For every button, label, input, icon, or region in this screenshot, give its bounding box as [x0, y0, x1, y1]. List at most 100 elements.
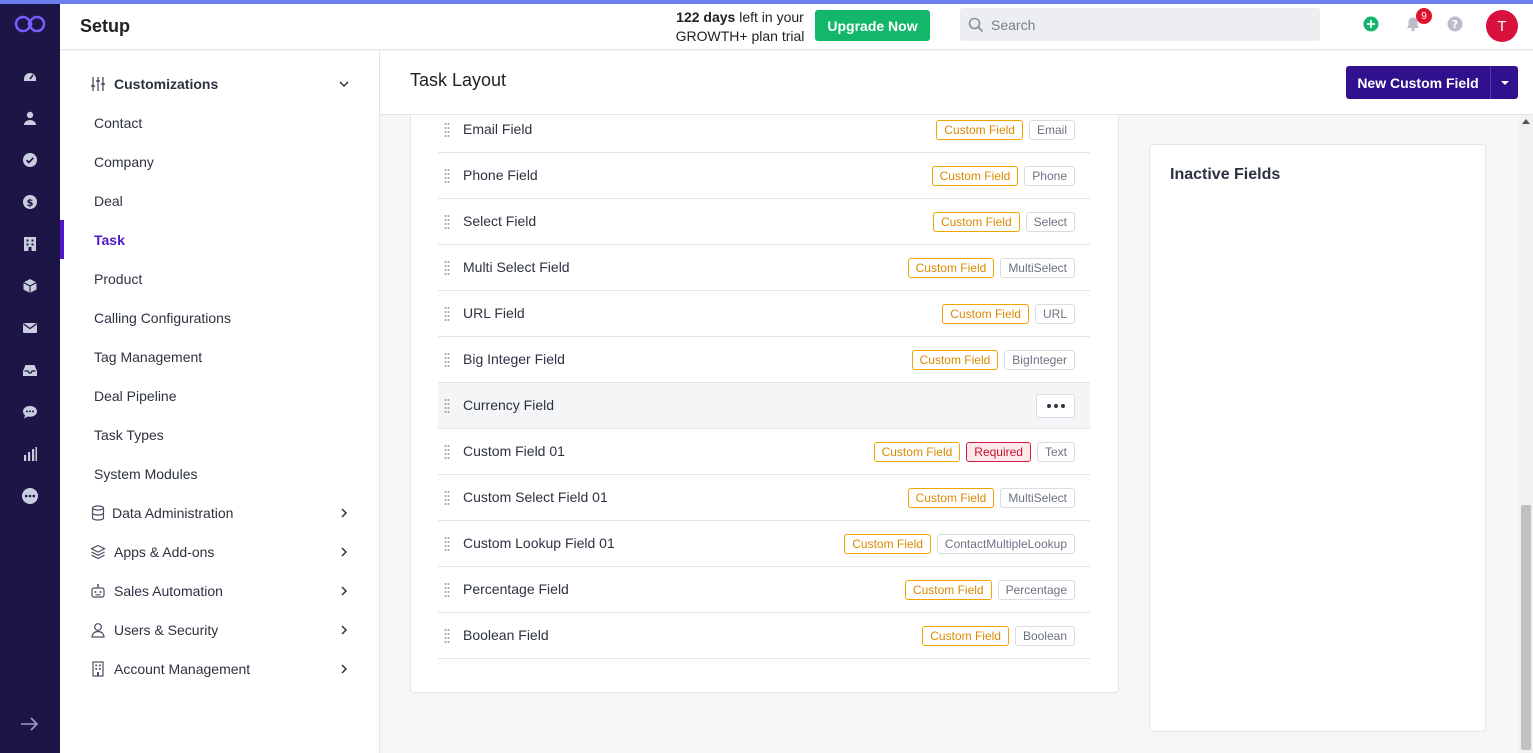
- drag-handle-icon[interactable]: [444, 168, 450, 184]
- field-row[interactable]: Percentage Field Custom Field Percentage: [438, 567, 1090, 613]
- chevron-right-icon: [341, 585, 348, 596]
- field-type-tag: Select: [1025, 212, 1075, 232]
- new-custom-field-button[interactable]: New Custom Field: [1346, 66, 1490, 99]
- robot-icon: [90, 583, 106, 599]
- companies-icon[interactable]: [21, 235, 39, 253]
- sidebar-item-deal-pipeline[interactable]: Deal Pipeline: [60, 376, 380, 415]
- dashboard-icon[interactable]: [21, 67, 39, 85]
- sidebar-section-label: Users & Security: [114, 621, 219, 638]
- tasks-icon[interactable]: [21, 151, 39, 169]
- sidebar-section-customizations[interactable]: Customizations: [60, 64, 380, 103]
- products-icon[interactable]: [21, 277, 39, 295]
- custom-field-tag: Custom Field: [907, 488, 995, 508]
- trial-days: 122 days: [676, 9, 736, 25]
- field-tags: Custom Field ContactMultipleLookup: [844, 534, 1075, 554]
- sidebar-section-data-administration[interactable]: Data Administration: [60, 493, 380, 532]
- drag-handle-icon[interactable]: [444, 490, 450, 506]
- sidebar-item-contact[interactable]: Contact: [60, 103, 380, 142]
- app-logo-icon[interactable]: [14, 14, 46, 34]
- contacts-icon[interactable]: [21, 109, 39, 127]
- field-row[interactable]: Select Field Custom Field Select: [438, 199, 1090, 245]
- sidebar-item-task[interactable]: Task: [60, 220, 380, 259]
- field-tags: Custom Field BigInteger: [911, 350, 1075, 370]
- more-options-button[interactable]: [1036, 394, 1075, 418]
- notification-count-badge: 9: [1416, 8, 1432, 24]
- sidebar-item-company[interactable]: Company: [60, 142, 380, 181]
- page-scrollbar[interactable]: [1519, 115, 1533, 753]
- deals-icon[interactable]: $: [21, 193, 39, 211]
- sidebar-item-deal[interactable]: Deal: [60, 181, 380, 220]
- field-tags: Custom Field Select: [932, 212, 1075, 232]
- field-row[interactable]: Phone Field Custom Field Phone: [438, 153, 1090, 199]
- drag-handle-icon[interactable]: [444, 306, 450, 322]
- ellipsis-dot: [1046, 404, 1051, 408]
- field-tags: Custom Field Required Text: [873, 442, 1075, 462]
- expand-arrow-icon[interactable]: [19, 714, 41, 734]
- drag-handle-icon[interactable]: [444, 122, 450, 138]
- building-icon: [90, 660, 106, 677]
- chat-icon[interactable]: [21, 403, 39, 421]
- field-row[interactable]: URL Field Custom Field URL: [438, 291, 1090, 337]
- user-avatar[interactable]: T: [1486, 10, 1518, 42]
- field-type-tag: Email: [1028, 120, 1075, 140]
- field-row[interactable]: Custom Lookup Field 01 Custom Field Conta…: [438, 521, 1090, 567]
- quick-add-icon[interactable]: [1361, 14, 1381, 34]
- top-accent-line: [0, 0, 1533, 4]
- drag-handle-icon[interactable]: [444, 536, 450, 552]
- field-row[interactable]: Big Integer Field Custom Field BigInteger: [438, 337, 1090, 383]
- inbox-icon[interactable]: [21, 361, 39, 379]
- drag-handle-icon[interactable]: [444, 628, 450, 644]
- sidebar-item-label: Task Types: [94, 426, 164, 443]
- field-row[interactable]: Boolean Field Custom Field Boolean: [438, 613, 1090, 659]
- sidebar-section-label: Data Administration: [112, 504, 234, 521]
- field-tags: Custom Field Phone: [931, 166, 1075, 186]
- trial-notice: 122 days left in your GROWTH+ plan trial: [672, 8, 808, 46]
- upgrade-now-button[interactable]: Upgrade Now: [815, 10, 930, 41]
- field-tags: Custom Field Percentage: [904, 580, 1075, 600]
- field-row[interactable]: Custom Field 01 Custom Field Required Text: [438, 429, 1090, 475]
- sidebar-section-label: Apps & Add-ons: [114, 543, 215, 560]
- field-type-tag: BigInteger: [1004, 350, 1075, 370]
- reports-icon[interactable]: [21, 445, 39, 463]
- drag-handle-icon[interactable]: [444, 582, 450, 598]
- email-icon[interactable]: [21, 319, 39, 337]
- field-tags: Custom Field MultiSelect: [907, 258, 1075, 278]
- field-name: Select Field: [463, 213, 537, 229]
- drag-handle-icon[interactable]: [444, 398, 450, 414]
- drag-handle-icon[interactable]: [444, 352, 450, 368]
- new-custom-field-dropdown[interactable]: [1490, 66, 1518, 99]
- field-row[interactable]: Multi Select Field Custom Field MultiSele…: [438, 245, 1090, 291]
- drag-handle-icon[interactable]: [444, 444, 450, 460]
- field-name: Phone Field: [463, 167, 538, 183]
- field-type-tag: Boolean: [1014, 626, 1075, 646]
- sidebar-item-label: Contact: [94, 114, 143, 131]
- drag-handle-icon[interactable]: [444, 214, 450, 230]
- user-icon: [90, 622, 106, 638]
- sidebar-item-tag-management[interactable]: Tag Management: [60, 337, 380, 376]
- new-custom-field-split-button: New Custom Field: [1346, 66, 1518, 99]
- sidebar-section-sales-automation[interactable]: Sales Automation: [60, 571, 380, 610]
- sidebar-section-label: Customizations: [114, 75, 219, 92]
- field-row[interactable]: Currency Field: [438, 383, 1090, 429]
- sidebar-item-label: Company: [94, 153, 154, 170]
- scroll-up-arrow-icon[interactable]: [1522, 119, 1530, 124]
- custom-field-tag: Custom Field: [931, 166, 1019, 186]
- scrollbar-thumb[interactable]: [1521, 505, 1531, 750]
- search-input[interactable]: Search: [960, 8, 1320, 41]
- more-icon[interactable]: [21, 487, 39, 505]
- sidebar-item-calling-configurations[interactable]: Calling Configurations: [60, 298, 380, 337]
- sidebar-item-system-modules[interactable]: System Modules: [60, 454, 380, 493]
- sidebar-item-task-types[interactable]: Task Types: [60, 415, 380, 454]
- app-nav-rail: $: [0, 0, 60, 753]
- field-row[interactable]: Custom Select Field 01 Custom Field Multi…: [438, 475, 1090, 521]
- field-name: Multi Select Field: [463, 259, 570, 275]
- sidebar-item-product[interactable]: Product: [60, 259, 380, 298]
- svg-text:$: $: [27, 198, 34, 209]
- drag-handle-icon[interactable]: [444, 260, 450, 276]
- sidebar-section-apps-addons[interactable]: Apps & Add-ons: [60, 532, 380, 571]
- chevron-right-icon: [341, 624, 348, 635]
- sliders-icon: [90, 76, 106, 92]
- sidebar-section-account-management[interactable]: Account Management: [60, 649, 380, 688]
- help-icon[interactable]: ?: [1445, 14, 1465, 34]
- sidebar-section-users-security[interactable]: Users & Security: [60, 610, 380, 649]
